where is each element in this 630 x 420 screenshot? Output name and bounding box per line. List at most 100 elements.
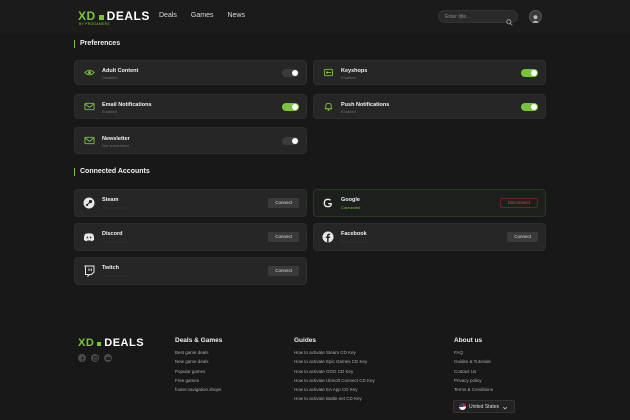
toggle-knob [292, 137, 298, 144]
footer-link[interactable]: footer.navigation.shops [175, 387, 222, 396]
footer-col-guides: Guides How to activate Steam CD Key How … [294, 337, 375, 406]
email-notifications-toggle[interactable] [282, 102, 299, 111]
facebook-icon [322, 231, 334, 243]
footer-link[interactable]: How to activate Steam CD Key [294, 350, 375, 359]
search-input[interactable] [445, 12, 501, 22]
pref-email-notifications: Email Notifications Enabled [74, 94, 307, 119]
toggle-knob [292, 69, 298, 76]
twitch-icon [83, 265, 95, 277]
steam-icon [83, 197, 95, 209]
footer-link[interactable]: Free games [175, 378, 222, 387]
search-icon[interactable] [506, 13, 513, 31]
logo[interactable]: XD DEALS [78, 9, 150, 23]
main-nav: Deals Games News [159, 12, 245, 19]
pref-name: Adult Content [102, 68, 139, 74]
footer-link[interactable]: Guides & Tutorials [454, 359, 493, 368]
google-icon [322, 197, 334, 209]
country-label: United States [469, 403, 500, 410]
pref-status: Enabled [102, 109, 117, 114]
footer-link[interactable]: How to activate Epic Games CD Key [294, 359, 375, 368]
pref-status: Enabled [341, 109, 356, 114]
footer-link[interactable]: Contact Us [454, 369, 493, 378]
footer-link[interactable]: New game deals [175, 359, 222, 368]
account-name: Google [341, 197, 360, 203]
footer-col-title: Deals & Games [175, 337, 223, 344]
footer-col-deals-games: Deals & Games Best game deals New game d… [175, 337, 222, 396]
logo-right: DEALS [106, 9, 150, 23]
footer-link[interactable]: Best game deals [175, 350, 222, 359]
footer-link[interactable]: Popular games [175, 369, 222, 378]
account-facebook: Facebook Not connected Connect [313, 223, 546, 251]
discord-connect-button[interactable]: Connect [268, 232, 299, 242]
toggle-knob [531, 103, 537, 110]
footer-link[interactable]: Privacy policy [454, 378, 493, 387]
chevron-down-icon [502, 398, 508, 416]
top-navbar: XD DEALS BY PROGAMERS Deals Games News [0, 0, 630, 34]
account-name: Facebook [341, 231, 367, 237]
bell-icon [322, 101, 334, 113]
logo-tagline: BY PROGAMERS [79, 22, 110, 26]
account-status: Connected [341, 205, 361, 210]
pref-newsletter: Newsletter Not subscribed [74, 127, 307, 154]
pref-name: Newsletter [102, 136, 130, 142]
account-status: Not connected [102, 205, 128, 210]
account-google: Google Connected Disconnect [313, 189, 546, 217]
footer-link[interactable]: FAQ [454, 350, 493, 359]
logo-dot [98, 15, 104, 20]
account-status: Not connected [102, 239, 128, 244]
instagram-icon[interactable] [91, 354, 99, 362]
push-notifications-toggle[interactable] [521, 102, 538, 111]
footer-link[interactable]: How to activate GOG CD Key [294, 369, 375, 378]
footer-logo[interactable]: XD DEALS [78, 337, 144, 349]
footer-col-title: Guides [294, 337, 317, 344]
account-name: Discord [102, 231, 123, 237]
eye-icon [83, 67, 95, 79]
steam-connect-button[interactable]: Connect [268, 198, 299, 208]
nav-news[interactable]: News [227, 12, 245, 19]
country-selector[interactable]: United States [453, 400, 515, 413]
youtube-icon[interactable] [104, 354, 112, 362]
user-avatar[interactable] [529, 10, 542, 23]
account-twitch: Twitch Not connected Connect [74, 257, 307, 285]
logo-left: XD [78, 9, 96, 23]
google-disconnect-button[interactable]: Disconnect [499, 198, 538, 208]
footer-logo-right: DEALS [104, 337, 145, 349]
discord-icon [83, 231, 95, 243]
preferences-title: Preferences [74, 40, 120, 48]
envelope-icon [83, 101, 95, 113]
us-flag-icon [459, 403, 466, 410]
footer-link[interactable]: How to activate Battle.net CD Key [294, 396, 375, 405]
account-status: Not connected [341, 239, 367, 244]
pref-name: Email Notifications [102, 102, 152, 108]
social-links [78, 354, 112, 362]
footer-logo-dot [97, 342, 102, 346]
search-box [438, 10, 518, 26]
pref-name: Push Notifications [341, 102, 390, 108]
account-steam: Steam Not connected Connect [74, 189, 307, 217]
toggle-knob [531, 69, 537, 76]
footer-logo-left: XD [78, 337, 95, 349]
facebook-connect-button[interactable]: Connect [507, 232, 538, 242]
footer-link[interactable]: How to activate EA App CD Key [294, 387, 375, 396]
footer-col-title: About us [454, 337, 483, 344]
account-name: Twitch [102, 265, 120, 271]
envelope-icon [83, 135, 95, 147]
adult-content-toggle[interactable] [282, 68, 299, 77]
pref-status: Enabled [341, 75, 356, 80]
pref-status: Disabled [102, 75, 118, 80]
nav-games[interactable]: Games [191, 12, 214, 19]
nav-deals[interactable]: Deals [159, 12, 177, 19]
twitch-connect-button[interactable]: Connect [268, 266, 299, 276]
key-icon [322, 67, 334, 79]
footer-link[interactable]: How to activate Ubisoft Connect CD Key [294, 378, 375, 387]
connected-accounts-title: Connected Accounts [74, 168, 150, 176]
pref-name: Keyshops [341, 68, 368, 74]
newsletter-toggle[interactable] [282, 136, 299, 145]
pref-status: Not subscribed [102, 143, 129, 148]
account-name: Steam [102, 197, 119, 203]
facebook-icon[interactable] [78, 354, 86, 362]
footer-link[interactable]: Terms & Conditions [454, 387, 493, 396]
footer-col-about: About us FAQ Guides & Tutorials Contact … [454, 337, 493, 396]
keyshops-toggle[interactable] [521, 68, 538, 77]
pref-keyshops: Keyshops Enabled [313, 60, 546, 85]
